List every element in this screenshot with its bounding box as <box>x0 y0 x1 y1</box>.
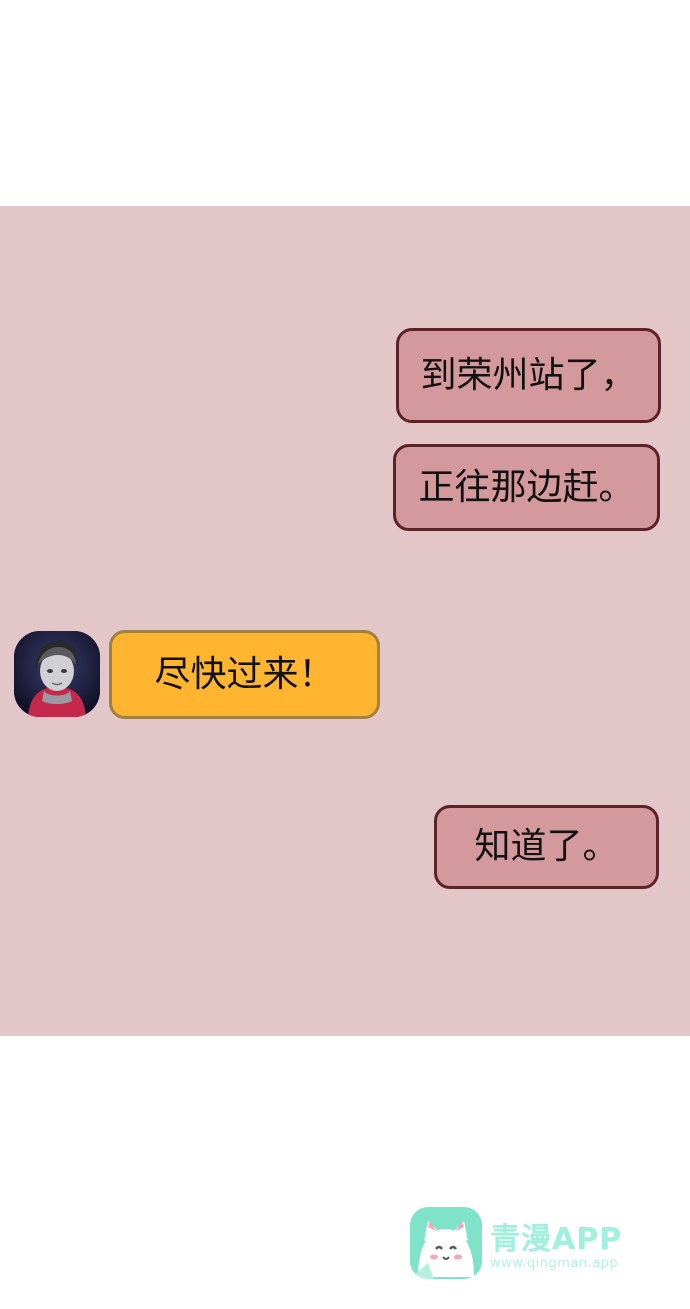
watermark-url: www.qingman.app <box>490 1256 619 1271</box>
watermark-title: 青漫APP <box>490 1222 623 1257</box>
message-text: 知道了。 <box>474 826 619 867</box>
message-bubble-self: 到荣州站了， <box>396 328 661 423</box>
message-text: 尽快过来！ <box>154 653 335 695</box>
chat-panel: 到荣州站了， 正往那边赶。 尽快过来！ 知道了。 <box>0 206 690 1036</box>
portrait-avatar-icon <box>14 631 100 717</box>
message-text: 到荣州站了， <box>420 354 637 396</box>
comic-page: 到荣州站了， 正往那边赶。 尽快过来！ 知道了。 青漫APP www.qingm… <box>0 0 690 1309</box>
contact-avatar <box>14 631 100 717</box>
message-text: 正往那边赶。 <box>418 466 635 508</box>
message-bubble-contact: 尽快过来！ <box>109 630 380 719</box>
message-bubble-self: 知道了。 <box>434 805 659 889</box>
message-bubble-self: 正往那边赶。 <box>393 444 660 531</box>
cat-face-icon <box>410 1207 482 1279</box>
watermark: 青漫APP www.qingman.app <box>408 1206 658 1281</box>
